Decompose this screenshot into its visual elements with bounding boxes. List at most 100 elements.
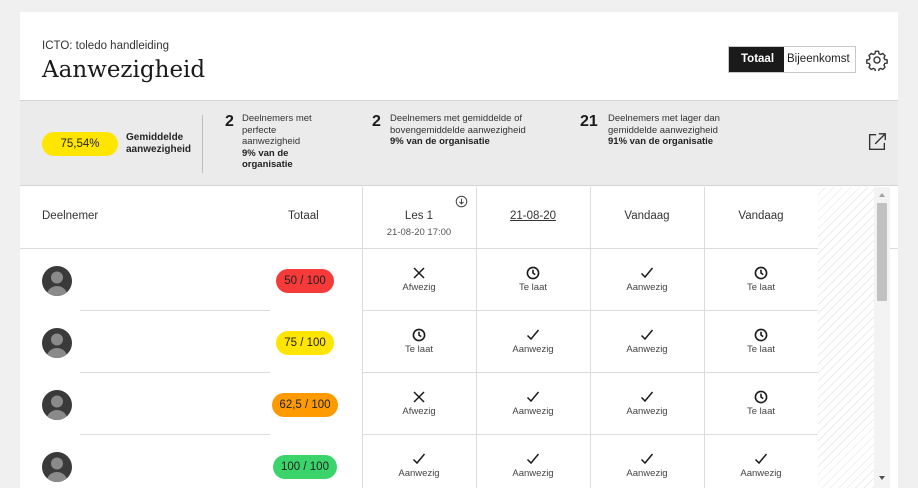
- attendance-status-label: Aanwezig: [626, 406, 668, 417]
- attendance-status-label: Afwezig: [402, 406, 436, 417]
- avatar[interactable]: [42, 452, 72, 482]
- attendance-status-cell[interactable]: Aanwezig: [590, 451, 704, 479]
- check-icon: [754, 453, 768, 465]
- attendance-status-cell[interactable]: Aanwezig: [590, 265, 704, 293]
- attendance-table: Deelnemer Totaal Les 1 21-08-20 17:00 21…: [20, 187, 898, 488]
- check-icon: [412, 453, 426, 465]
- check-icon: [526, 453, 540, 465]
- session-1-date: 21-08-20 17:00: [386, 227, 452, 238]
- average-attendance-label: Gemiddelde aanwezigheid: [126, 132, 192, 155]
- table-empty-area: [818, 187, 874, 488]
- check-icon: [640, 391, 654, 403]
- session-4-title: Vandaag: [738, 210, 784, 222]
- col-session-3[interactable]: Vandaag: [590, 187, 704, 249]
- gear-icon[interactable]: [866, 49, 888, 71]
- stat-below-pct: 91% van de organisatie: [608, 136, 714, 147]
- col-total[interactable]: Totaal: [288, 210, 319, 222]
- course-name: ICTO: toledo handleiding: [42, 40, 170, 52]
- attendance-status-cell[interactable]: Aanwezig: [476, 327, 590, 355]
- attendance-status-label: Aanwezig: [626, 344, 668, 355]
- col-session-1[interactable]: Les 1 21-08-20 17:00: [362, 187, 476, 249]
- attendance-status-cell[interactable]: Aanwezig: [476, 389, 590, 417]
- attendance-status-label: Te laat: [747, 282, 775, 293]
- user-icon: [46, 457, 68, 482]
- stat-perfect-text: Deelnemers met perfecte aanwezigheid: [242, 113, 312, 147]
- col-session-4[interactable]: Vandaag: [704, 187, 818, 249]
- clock-icon: [526, 266, 540, 280]
- user-icon: [46, 333, 68, 358]
- stat-perfect-count: 2: [225, 113, 234, 130]
- average-attendance-badge: 75,54%: [42, 132, 118, 156]
- attendance-status-label: Te laat: [747, 406, 775, 417]
- table-header: Deelnemer Totaal Les 1 21-08-20 17:00 21…: [20, 187, 898, 249]
- attendance-status-cell[interactable]: Afwezig: [362, 265, 476, 293]
- clock-icon: [754, 390, 768, 404]
- score-badge: 100 / 100: [273, 455, 337, 479]
- check-icon: [526, 329, 540, 341]
- attendance-status-cell[interactable]: Te laat: [704, 389, 818, 417]
- attendance-status-label: Aanwezig: [512, 468, 554, 479]
- scrollbar-thumb[interactable]: [877, 203, 887, 301]
- attendance-status-cell[interactable]: Te laat: [476, 265, 590, 293]
- avatar[interactable]: [42, 390, 72, 420]
- session-3-title: Vandaag: [624, 210, 670, 222]
- session-1-title: Les 1: [404, 210, 434, 222]
- attendance-status-cell[interactable]: Aanwezig: [590, 327, 704, 355]
- attendance-status-cell[interactable]: Afwezig: [362, 389, 476, 417]
- check-icon: [526, 391, 540, 403]
- attendance-status-label: Aanwezig: [740, 468, 782, 479]
- score-badge: 62,5 / 100: [272, 393, 338, 417]
- view-total-button[interactable]: Totaal: [729, 47, 785, 72]
- cross-icon: [413, 391, 425, 403]
- attendance-status-label: Te laat: [405, 344, 433, 355]
- attendance-status-cell[interactable]: Aanwezig: [704, 451, 818, 479]
- attendance-status-label: Aanwezig: [398, 468, 440, 479]
- scroll-down-arrow[interactable]: [879, 476, 885, 480]
- check-icon: [640, 267, 654, 279]
- attendance-status-label: Aanwezig: [626, 282, 668, 293]
- avatar[interactable]: [42, 266, 72, 296]
- stats-divider: [202, 115, 203, 173]
- avatar[interactable]: [42, 328, 72, 358]
- attendance-status-cell[interactable]: Aanwezig: [476, 451, 590, 479]
- attendance-status-label: Te laat: [519, 282, 547, 293]
- check-icon: [640, 329, 654, 341]
- download-icon[interactable]: [455, 195, 468, 208]
- attendance-status-cell[interactable]: Te laat: [362, 327, 476, 355]
- clock-icon: [412, 328, 426, 342]
- stat-below-text: Deelnemers met lager dan gemiddelde aanw…: [608, 113, 720, 136]
- clock-icon: [754, 328, 768, 342]
- view-toggle: Totaal Bijeenkomst: [728, 46, 856, 73]
- attendance-status-cell[interactable]: Te laat: [704, 265, 818, 293]
- col-session-2[interactable]: 21-08-20: [476, 187, 590, 249]
- user-icon: [46, 395, 68, 420]
- attendance-status-label: Aanwezig: [512, 344, 554, 355]
- stat-above-count: 2: [372, 113, 381, 130]
- clock-icon: [754, 266, 768, 280]
- page-title: Aanwezigheid: [42, 57, 206, 83]
- cross-icon: [413, 267, 425, 279]
- stat-above-text: Deelnemers met gemiddelde of bovengemidd…: [390, 113, 526, 136]
- view-session-button[interactable]: Bijeenkomst: [784, 47, 855, 72]
- stat-below-count: 21: [580, 113, 598, 130]
- score-badge: 75 / 100: [276, 331, 334, 355]
- attendance-status-label: Aanwezig: [512, 406, 554, 417]
- page-header: ICTO: toledo handleiding Aanwezigheid To…: [20, 12, 898, 100]
- check-icon: [640, 453, 654, 465]
- attendance-status-cell[interactable]: Aanwezig: [590, 389, 704, 417]
- attendance-status-label: Te laat: [747, 344, 775, 355]
- user-icon: [46, 271, 68, 296]
- scroll-up-arrow[interactable]: [879, 193, 885, 197]
- col-participant[interactable]: Deelnemer: [42, 210, 98, 222]
- stat-above-pct: 9% van de organisatie: [390, 136, 490, 147]
- stat-perfect-pct: 9% van de organisatie: [242, 147, 293, 171]
- attendance-status-cell[interactable]: Te laat: [704, 327, 818, 355]
- attendance-page: ICTO: toledo handleiding Aanwezigheid To…: [20, 12, 898, 488]
- attendance-status-label: Afwezig: [402, 282, 436, 293]
- attendance-status-cell[interactable]: Aanwezig: [362, 451, 476, 479]
- stats-bar: 75,54% Gemiddelde aanwezigheid 2 Deelnem…: [20, 100, 898, 186]
- attendance-status-label: Aanwezig: [626, 468, 668, 479]
- session-2-title[interactable]: 21-08-20: [476, 210, 590, 222]
- score-badge: 50 / 100: [276, 269, 334, 293]
- external-link-icon[interactable]: [866, 131, 888, 153]
